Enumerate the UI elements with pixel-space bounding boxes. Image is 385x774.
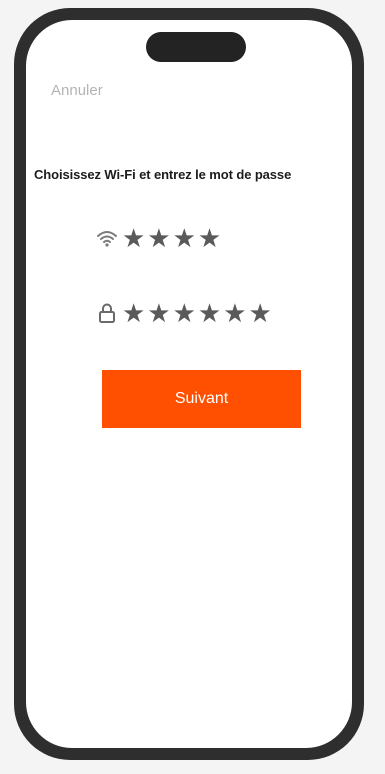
password-field[interactable]: ★★★★★★: [96, 300, 274, 326]
wifi-ssid-field[interactable]: ★★★★: [96, 225, 223, 251]
phone-frame: Annuler Choisissez Wi-Fi et entrez le mo…: [14, 8, 364, 760]
next-button[interactable]: Suivant: [102, 370, 301, 428]
cancel-button[interactable]: Annuler: [51, 82, 103, 99]
page-title: Choisissez Wi-Fi et entrez le mot de pas…: [34, 167, 292, 182]
app-screen: Annuler Choisissez Wi-Fi et entrez le mo…: [26, 20, 352, 748]
dynamic-island: [146, 32, 246, 62]
wifi-ssid-value: ★★★★: [122, 223, 224, 253]
lock-icon: [96, 302, 118, 324]
wifi-icon: [96, 227, 118, 249]
password-value: ★★★★★★: [122, 298, 274, 328]
